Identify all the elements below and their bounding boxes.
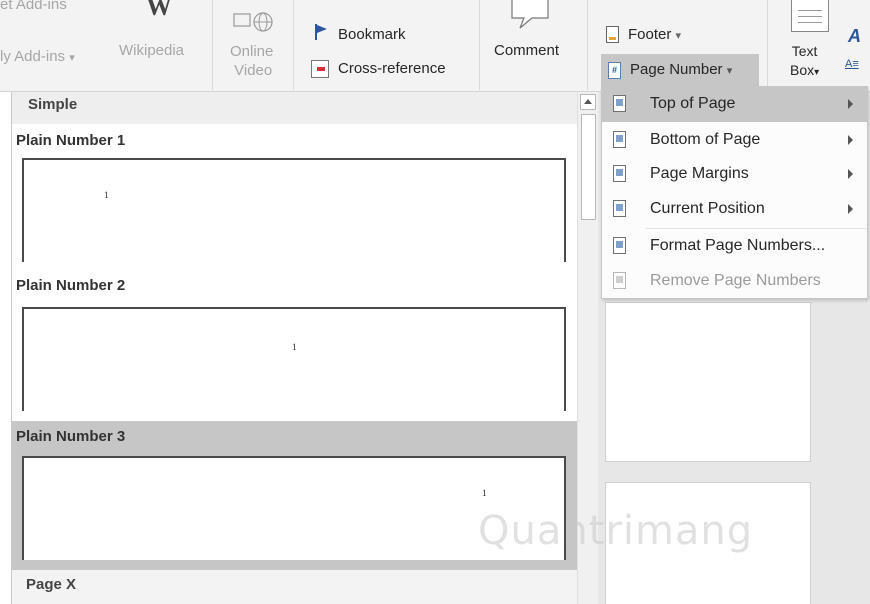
menu-item-bottom-of-page[interactable]: Bottom of Page	[602, 123, 867, 158]
chevron-right-icon	[848, 99, 853, 109]
current-position-icon	[613, 200, 626, 217]
gallery-category-header: Simple	[12, 92, 577, 124]
ribbon-separator	[767, 0, 768, 90]
menu-item-label: Bottom of Page	[650, 131, 761, 148]
page-number-icon: #	[608, 62, 621, 79]
comment-icon	[511, 0, 549, 29]
chevron-down-icon: ▾	[69, 52, 75, 64]
text-box-icon	[791, 0, 829, 32]
scroll-up-icon[interactable]	[580, 94, 596, 110]
get-add-ins-button[interactable]: et Add-ins	[0, 0, 67, 13]
menu-item-label: Remove Page Numbers	[650, 272, 821, 289]
page-number-label-wrap: Page Number ▾	[630, 61, 732, 78]
menu-item-label: Current Position	[650, 200, 765, 217]
wikipedia-icon: W	[146, 0, 172, 21]
chevron-down-icon: ▾	[726, 65, 733, 77]
watermark: Quantrimang	[478, 508, 754, 554]
page-number-preview: 1	[104, 190, 109, 200]
page-number-preview: 1	[482, 488, 487, 498]
chevron-right-icon	[848, 204, 853, 214]
drop-cap-icon[interactable]: A≡	[845, 58, 859, 70]
wikipedia-button[interactable]: Wikipedia	[119, 42, 184, 59]
menu-item-current-position[interactable]: Current Position	[602, 192, 867, 227]
gallery-item-plain-number-1[interactable]: 1	[22, 158, 566, 262]
ribbon: et Add-ins ly Add-ins ▾ W Wikipedia Onli…	[0, 0, 870, 92]
format-page-numbers-icon	[613, 237, 626, 254]
menu-item-top-of-page[interactable]: Top of Page	[602, 87, 867, 122]
online-video-line1: Online	[230, 43, 274, 60]
menu-item-label: Top of Page	[650, 95, 736, 112]
chevron-right-icon	[848, 169, 853, 179]
menu-item-format-page-numbers[interactable]: Format Page Numbers...	[602, 229, 867, 264]
top-of-page-icon	[613, 95, 626, 112]
cross-reference-button[interactable]: Cross-reference	[338, 60, 446, 77]
text-box-line2: Box	[790, 62, 815, 78]
page-preview	[605, 302, 811, 462]
footer-label: Footer	[628, 26, 672, 43]
my-add-ins-label: ly Add-ins	[0, 48, 66, 65]
ribbon-separator	[479, 0, 480, 90]
bottom-of-page-icon	[613, 131, 626, 148]
chevron-down-icon: ▾	[675, 30, 682, 42]
cross-reference-icon	[311, 60, 329, 78]
menu-item-page-margins[interactable]: Page Margins	[602, 157, 867, 192]
page-number-preview: 1	[292, 342, 297, 352]
wordart-icon[interactable]: A	[848, 26, 861, 47]
remove-page-numbers-icon	[613, 272, 626, 289]
gallery-item-plain-number-2[interactable]: 1	[22, 307, 566, 411]
my-add-ins-button[interactable]: ly Add-ins ▾	[0, 48, 75, 65]
text-box-button[interactable]: Text Box▾	[790, 42, 819, 82]
comment-button[interactable]: Comment	[494, 42, 559, 59]
page-number-label: Page Number	[630, 61, 723, 78]
online-video-line2: Video	[234, 62, 273, 79]
ribbon-separator	[587, 0, 588, 90]
bookmark-button[interactable]: Bookmark	[338, 26, 406, 43]
gallery-item-title: Plain Number 2	[16, 277, 126, 294]
online-video-button[interactable]: Online Video	[230, 42, 273, 80]
page-number-menu: Top of Page Bottom of Page Page Margins …	[601, 86, 868, 299]
text-box-line1: Text	[791, 43, 818, 59]
chevron-down-icon: ▾	[814, 67, 820, 78]
chevron-right-icon	[848, 135, 853, 145]
gallery-item-title[interactable]: Page X	[12, 570, 577, 604]
scroll-thumb[interactable]	[581, 114, 596, 220]
menu-item-label: Format Page Numbers...	[650, 237, 826, 254]
gallery-item-title: Plain Number 3	[16, 428, 126, 445]
bookmark-flag-icon	[315, 24, 327, 40]
footer-button[interactable]: Footer ▾	[628, 26, 681, 43]
online-video-icon	[233, 12, 273, 32]
menu-item-remove-page-numbers: Remove Page Numbers	[602, 264, 867, 299]
page-margins-icon	[613, 165, 626, 182]
ribbon-separator	[212, 0, 213, 90]
ribbon-separator	[293, 0, 294, 90]
menu-item-label: Page Margins	[650, 165, 749, 182]
gallery-item-title: Plain Number 1	[16, 132, 126, 149]
footer-icon	[606, 26, 619, 43]
